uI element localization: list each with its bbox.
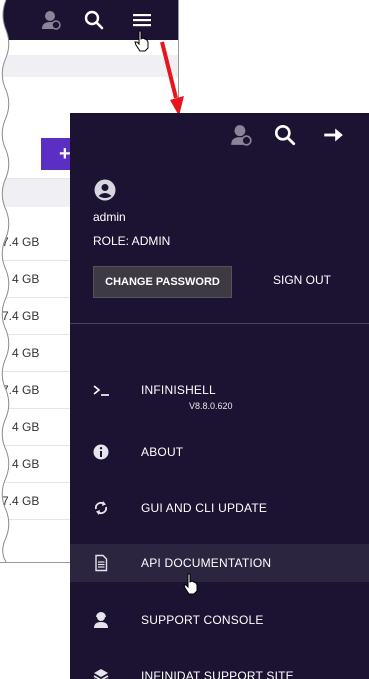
username: admin	[93, 210, 126, 224]
menu-item-infinidat-support-site[interactable]: INFINIDAT SUPPORT SITE	[70, 659, 369, 679]
capacity-cell: 4 GB	[12, 346, 40, 360]
info-icon	[93, 444, 109, 460]
change-password-button[interactable]: CHANGE PASSWORD	[93, 266, 232, 298]
search-icon[interactable]	[83, 9, 105, 31]
user-role: ROLE: ADMIN	[93, 234, 171, 248]
close-menu-arrow-icon[interactable]	[321, 123, 345, 147]
stack-icon	[93, 669, 109, 679]
user-avatar-icon	[94, 179, 116, 201]
support-agent-icon[interactable]	[40, 9, 62, 31]
hand-cursor-icon	[134, 30, 149, 52]
hand-cursor-icon	[183, 573, 198, 595]
document-icon	[95, 554, 108, 572]
capacity-cell: 4 GB	[12, 420, 40, 434]
menu-item-about[interactable]: ABOUT	[70, 435, 369, 469]
hamburger-menu-icon[interactable]	[131, 9, 153, 31]
capacity-cell: 4 GB	[12, 272, 40, 286]
menu-item-label: INFINISHELL	[141, 383, 216, 397]
menu-item-label: SUPPORT CONSOLE	[141, 613, 264, 627]
menu-item-infinishell[interactable]: INFINISHELL V8.8.0.620	[70, 373, 369, 413]
menu-item-gui-cli-update[interactable]: GUI AND CLI UPDATE	[70, 491, 369, 525]
user-menu-panel: admin ROLE: ADMIN CHANGE PASSWORD SIGN O…	[70, 113, 369, 679]
search-icon[interactable]	[273, 123, 297, 147]
refresh-icon	[95, 501, 107, 515]
toolbar-strip	[0, 55, 178, 77]
torn-edge	[0, 0, 10, 562]
menu-divider	[70, 323, 369, 324]
menu-item-label: API DOCUMENTATION	[141, 556, 272, 570]
app-header	[0, 0, 178, 40]
sign-out-button[interactable]: SIGN OUT	[273, 273, 331, 287]
menu-item-label: ABOUT	[141, 445, 184, 459]
version-label: V8.8.0.620	[189, 401, 233, 411]
menu-item-label: INFINIDAT SUPPORT SITE	[141, 669, 294, 679]
menu-item-label: GUI AND CLI UPDATE	[141, 501, 268, 515]
capacity-cell: 4 GB	[12, 457, 40, 471]
support-agent-icon	[94, 612, 108, 628]
menu-item-api-documentation[interactable]: API DOCUMENTATION	[70, 544, 369, 582]
terminal-icon	[93, 385, 109, 396]
support-agent-icon[interactable]	[229, 123, 253, 147]
menu-item-support-console[interactable]: SUPPORT CONSOLE	[70, 603, 369, 637]
